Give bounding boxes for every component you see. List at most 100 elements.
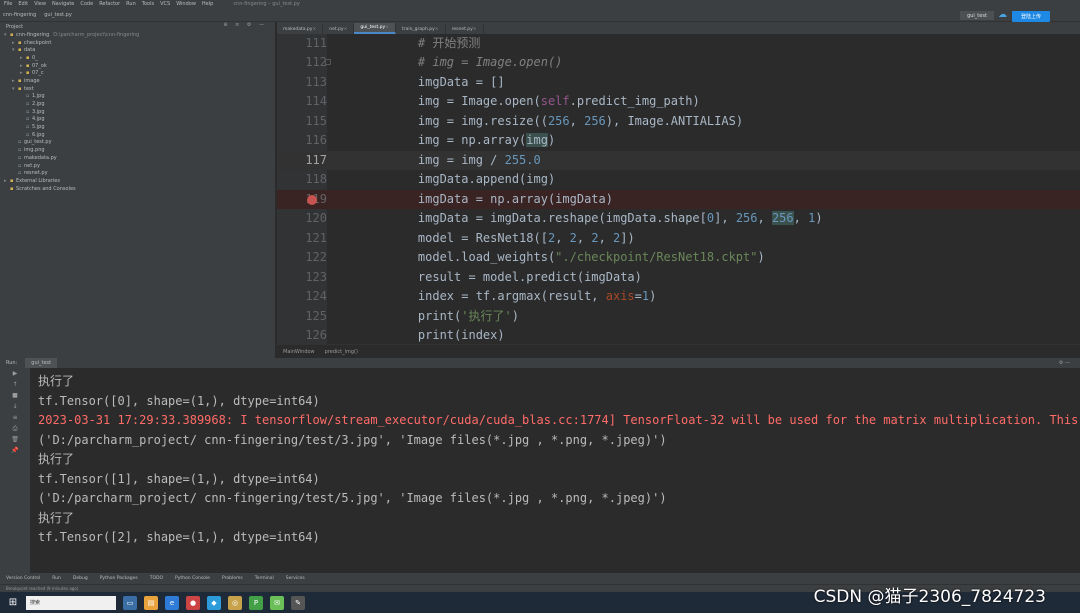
editor-tab[interactable]: train_graph.py × (396, 24, 446, 34)
tool-window-button[interactable]: Python Packages (100, 576, 138, 581)
tree-item[interactable]: ▸ ▪ 07_ok (0, 62, 275, 70)
breadcrumb-method[interactable]: predict_img() (325, 349, 358, 355)
delete-icon[interactable]: 🗑 (0, 434, 30, 445)
tool-window-button[interactable]: Terminal (255, 576, 274, 581)
tool-window-button[interactable]: Services (286, 576, 305, 581)
menu-item[interactable]: Refactor (99, 1, 120, 7)
breakpoint-icon[interactable] (307, 194, 317, 205)
line-number[interactable]: 120 (277, 209, 327, 229)
up-icon[interactable]: ↑ (0, 379, 30, 390)
tree-item[interactable]: ▫ img.png (0, 146, 275, 154)
code-line[interactable]: 121 model = ResNet18([2, 2, 2, 2]) (277, 229, 1080, 249)
tree-item[interactable]: ▫ 3.jpg (0, 108, 275, 116)
print-icon[interactable]: ⎙ (0, 423, 30, 434)
line-number[interactable]: 115 (277, 112, 327, 132)
project-panel-tools[interactable]: ⊕ ≡ ⚙ — (223, 22, 267, 28)
code-line[interactable]: 118 imgData.append(img) (277, 170, 1080, 190)
line-number[interactable]: 126 (277, 326, 327, 344)
wechat-icon[interactable]: ✉ (270, 595, 284, 610)
tree-item[interactable]: ▸ ▪ 07_c (0, 69, 275, 77)
tree-item[interactable]: ▫ gui_test.py (0, 139, 275, 147)
tree-item[interactable]: ▸ ▪ image (0, 77, 275, 85)
tool-window-button[interactable]: Debug (73, 576, 88, 581)
tool-window-button[interactable]: Problems (222, 576, 243, 581)
line-number[interactable]: 112 (277, 53, 327, 73)
menu-item[interactable]: Code (80, 1, 93, 7)
down-icon[interactable]: ↓ (0, 401, 30, 412)
code-line[interactable]: 123 result = model.predict(imgData) (277, 268, 1080, 288)
task-view-icon[interactable]: ▭ (123, 595, 137, 610)
tool-window-button[interactable]: TODO (150, 576, 163, 581)
editor-tab[interactable]: net.py × (323, 24, 355, 34)
code-line[interactable]: 116 img = np.array(img) (277, 131, 1080, 151)
nav-crumb-file[interactable]: gui_test.py (44, 12, 72, 18)
tree-item[interactable]: ▾ ▪ test (0, 85, 275, 93)
line-number[interactable]: 116 (277, 131, 327, 151)
cloud-icon[interactable]: ☁ (998, 11, 1008, 20)
editor-tab[interactable]: resnet.py × (446, 24, 484, 34)
nav-crumb-project[interactable]: cnn-fingering (3, 12, 36, 18)
tree-item[interactable]: ▸ ▪ checkpoint (0, 39, 275, 47)
line-number[interactable]: 122 (277, 248, 327, 268)
edge-browser-icon[interactable]: e (165, 595, 179, 610)
tree-item[interactable]: ▫ 5.jpg (0, 123, 275, 131)
menu-item[interactable]: File (4, 1, 12, 7)
tool-window-button[interactable]: Python Console (175, 576, 210, 581)
tree-item[interactable]: ▫ 6.jpg (0, 131, 275, 139)
line-number[interactable]: 125 (277, 307, 327, 327)
code-line[interactable]: 119 imgData = np.array(imgData) (277, 189, 1080, 209)
code-line[interactable]: 120 imgData = imgData.reshape(imgData.sh… (277, 209, 1080, 229)
code-line[interactable]: 114 img = Image.open(self.predict_img_pa… (277, 92, 1080, 112)
tree-item[interactable]: ▫ makedata.py (0, 154, 275, 162)
run-tab-gui-test[interactable]: gui_test (25, 358, 58, 368)
project-panel-title[interactable]: Project (6, 24, 23, 30)
tree-item[interactable]: ▫ 1.jpg (0, 93, 275, 101)
code-line[interactable]: 115 img = img.resize((256, 256), Image.A… (277, 112, 1080, 132)
run-panel-tools[interactable]: ⚙ — (1059, 358, 1070, 368)
line-number[interactable]: 114 (277, 92, 327, 112)
close-icon[interactable]: × (435, 27, 439, 32)
app-icon-yellow[interactable]: ◎ (228, 595, 242, 610)
menu-item[interactable]: Tools (142, 1, 154, 7)
tree-item[interactable]: ▾ ▪ cnn-fingering D:\parcharm_project\cnn-f… (0, 31, 275, 39)
app-icon-red[interactable]: ● (186, 595, 200, 610)
file-explorer-icon[interactable]: ▤ (144, 595, 158, 610)
menu-item[interactable]: Window (176, 1, 196, 7)
line-number[interactable]: 113 (277, 73, 327, 93)
code-line[interactable]: 113 imgData = [] (277, 73, 1080, 93)
code-line[interactable]: 125 print('执行了') (277, 307, 1080, 327)
tree-item[interactable]: ▫ net.py (0, 162, 275, 170)
tree-item[interactable]: ▫ 2.jpg (0, 100, 275, 108)
code-line[interactable]: 117 img = img / 255.0 (277, 150, 1080, 170)
taskbar-search-box[interactable]: 搜索 (26, 595, 116, 610)
editor-tab[interactable]: makedata.py × (277, 24, 324, 34)
menu-item[interactable]: VCS (160, 1, 170, 7)
line-number[interactable]: 123 (277, 268, 327, 288)
tree-item[interactable]: ▫ 4.jpg (0, 116, 275, 124)
pycharm-icon[interactable]: P (249, 595, 263, 610)
app-icon-blue[interactable]: ◆ (207, 595, 221, 610)
menu-item[interactable]: Help (202, 1, 213, 7)
tool-window-button[interactable]: Version Control (6, 576, 40, 581)
code-line[interactable]: 124 index = tf.argmax(result, axis=1) (277, 287, 1080, 307)
tree-item[interactable]: ▪ Scratches and Consoles (0, 185, 275, 193)
tree-item[interactable]: ▾ ▪ data (0, 46, 275, 54)
tree-item[interactable]: ▫ resnet.py (0, 169, 275, 177)
menu-item[interactable]: Edit (18, 1, 28, 7)
stop-icon[interactable]: ■ (0, 390, 30, 401)
close-icon[interactable]: × (385, 25, 389, 30)
code-line[interactable]: 111 # 开始预测 (277, 34, 1080, 53)
breadcrumb-class[interactable]: MainWindow (283, 349, 315, 355)
windows-start-icon[interactable]: ⊞ (6, 596, 20, 610)
tool-window-button[interactable]: Run (52, 576, 61, 581)
editor-tab[interactable]: gui_test.py × (354, 23, 396, 34)
close-icon[interactable]: × (312, 27, 316, 32)
run-config-selector[interactable]: gui_test (960, 11, 994, 20)
rerun-icon[interactable]: ▶ (0, 368, 30, 379)
pin-icon[interactable]: 📌 (0, 445, 30, 456)
wrap-icon[interactable]: ≡ (0, 412, 30, 423)
close-icon[interactable]: × (344, 27, 348, 32)
line-number[interactable]: 111 (277, 34, 327, 53)
menu-item[interactable]: Navigate (52, 1, 74, 7)
close-icon[interactable]: × (473, 27, 477, 32)
